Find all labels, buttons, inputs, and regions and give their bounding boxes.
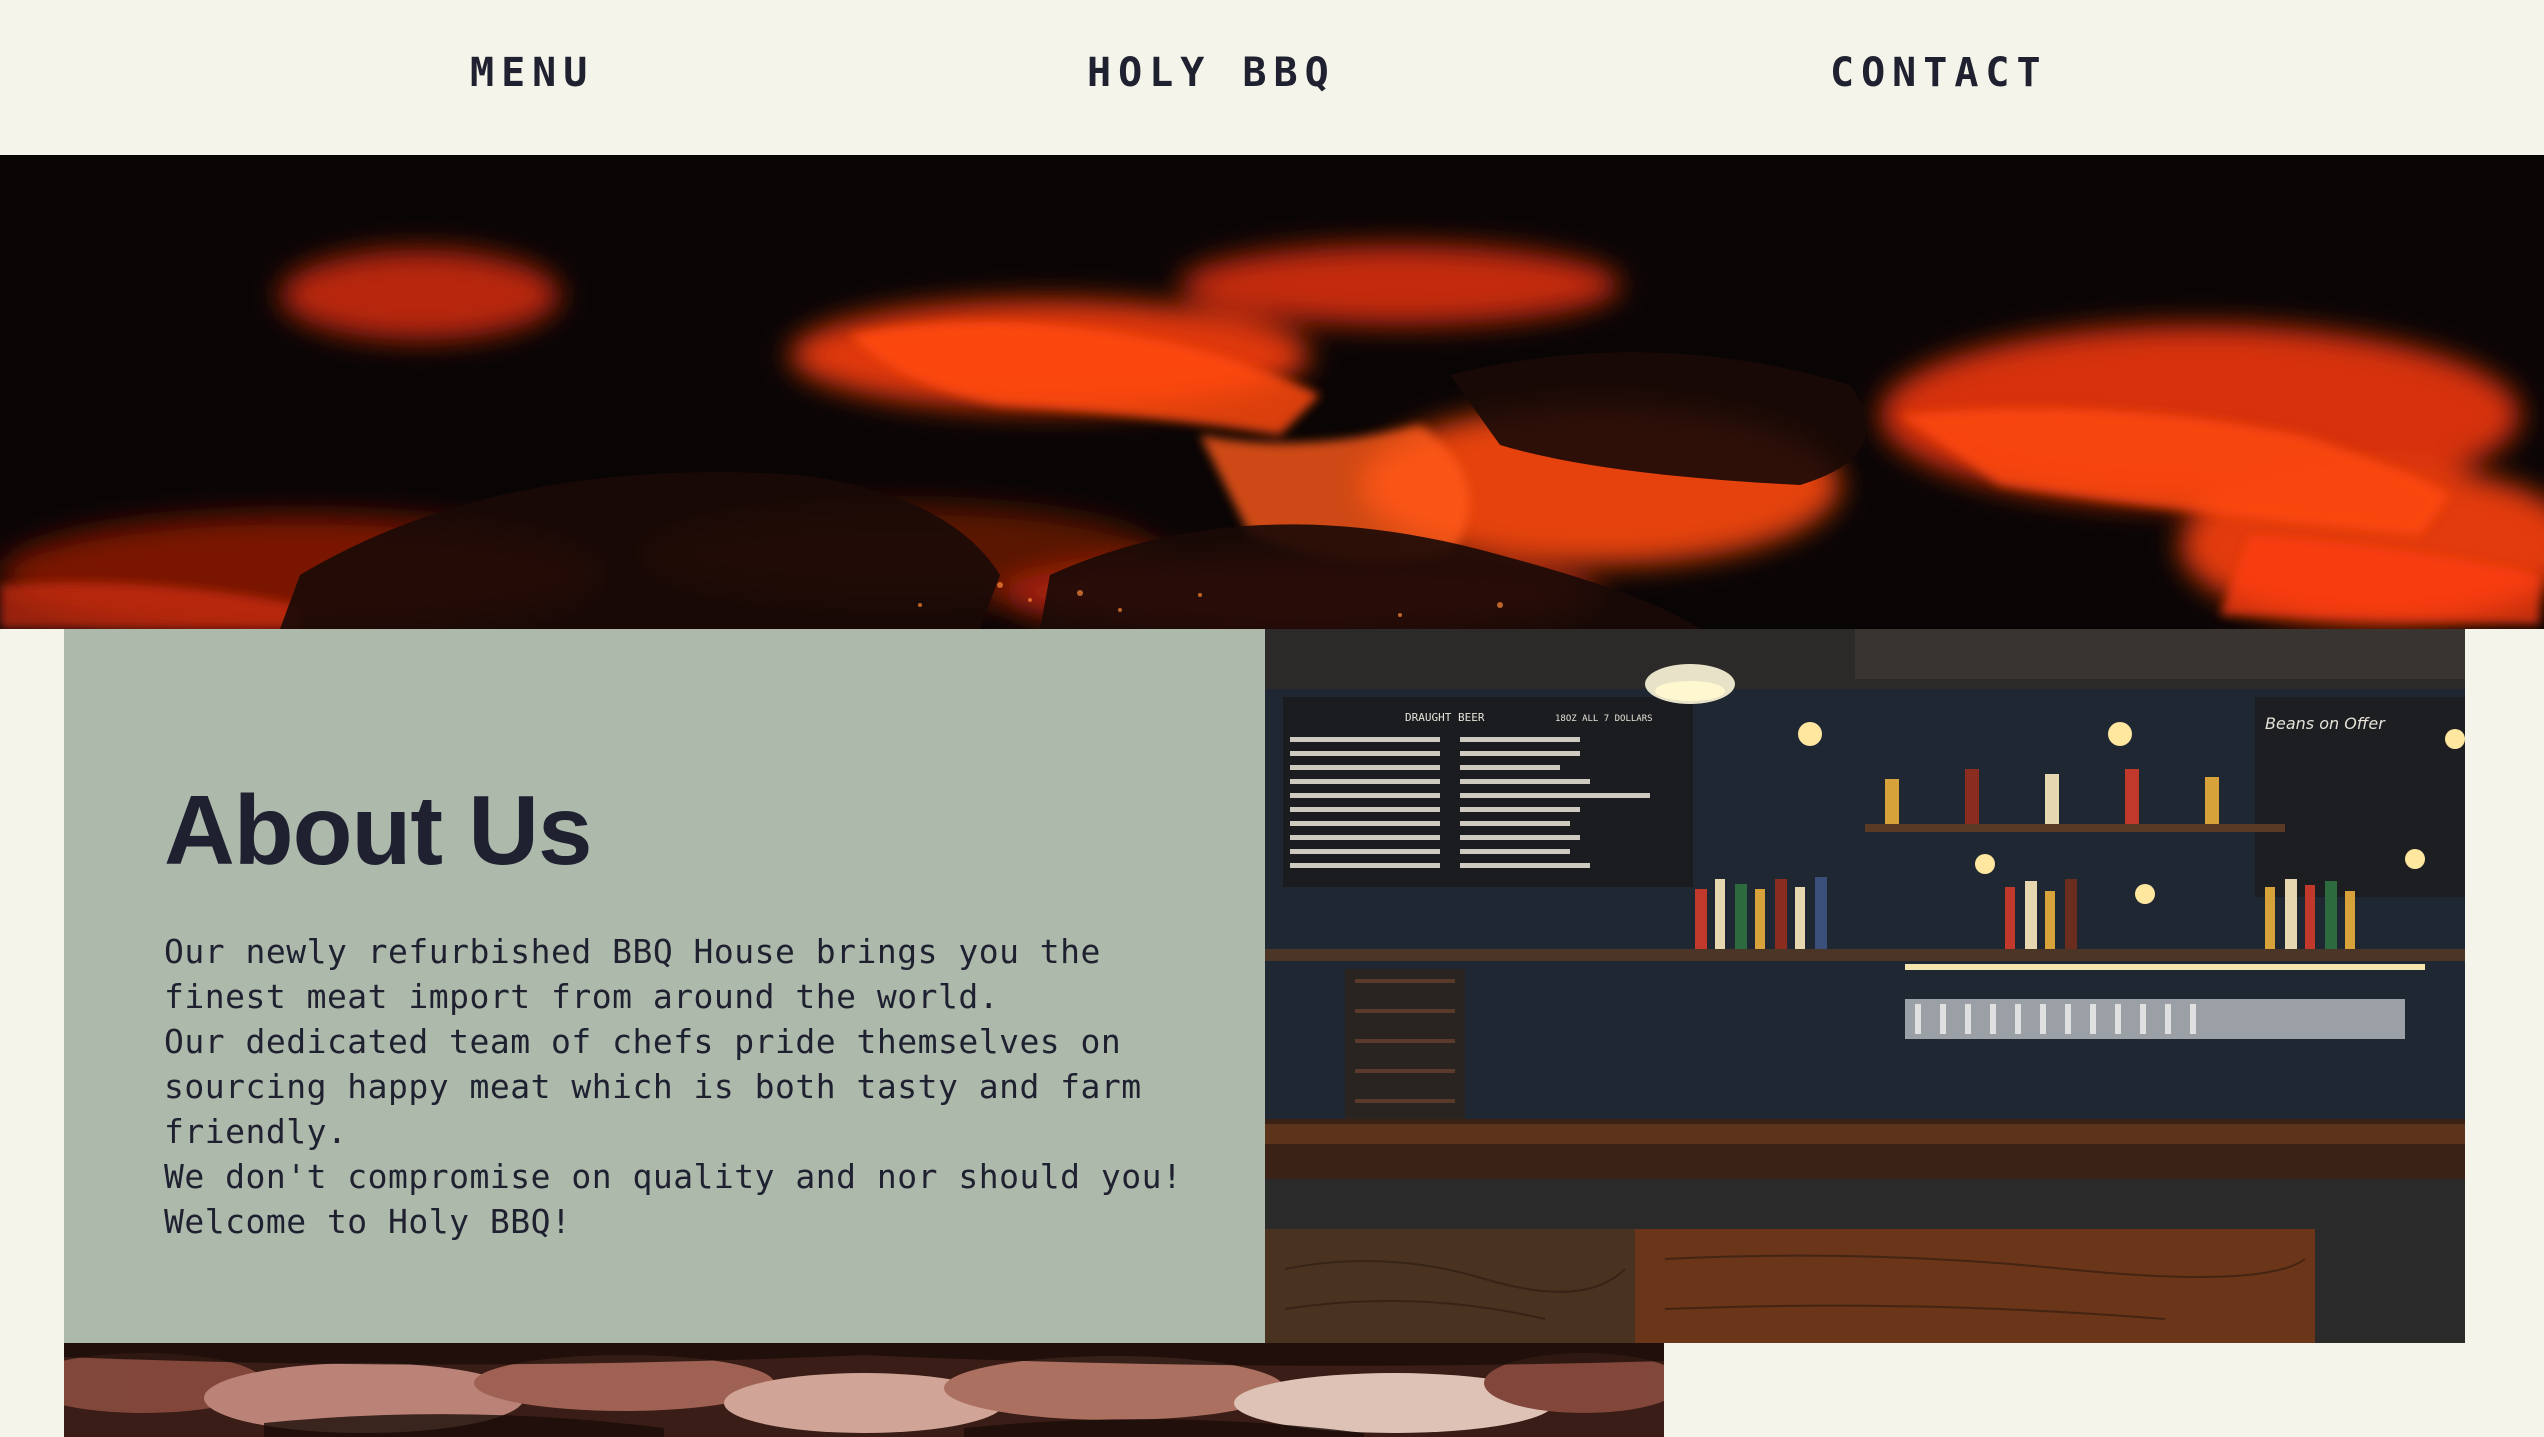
about-text: Our newly refurbished BBQ House brings y…	[164, 929, 1184, 1244]
nav-contact-link[interactable]: CONTACT	[1830, 50, 2048, 96]
nav-menu-link[interactable]: MENU	[470, 50, 594, 96]
bar-illustration: DRAUGHT BEER 18OZ ALL 7 DOLLARS Beans on…	[1265, 629, 2465, 1343]
bar-interior-image: DRAUGHT BEER 18OZ ALL 7 DOLLARS Beans on…	[1265, 629, 2465, 1343]
chalkboard-offer: Beans on Offer	[2265, 714, 2386, 733]
meat-illustration	[64, 1343, 1664, 1437]
chalkboard-heading: DRAUGHT BEER	[1405, 711, 1485, 724]
smoked-meat-image	[64, 1343, 1664, 1437]
chalkboard-sub: 18OZ ALL 7 DOLLARS	[1555, 714, 1653, 724]
about-paragraph: Our dedicated team of chefs pride themse…	[164, 1022, 1142, 1151]
hero-embers-image	[0, 155, 2544, 629]
embers-illustration	[0, 155, 2544, 629]
about-section: About Us Our newly refurbished BBQ House…	[64, 629, 1265, 1343]
about-paragraph: Our newly refurbished BBQ House brings y…	[164, 932, 1101, 1016]
top-nav: MENU HOLY BBQ CONTACT	[0, 0, 2544, 155]
about-title: About Us	[164, 775, 592, 885]
about-paragraph: We don't compromise on quality and nor s…	[164, 1157, 1183, 1241]
nav-brand-link[interactable]: HOLY BBQ	[1087, 50, 1336, 96]
